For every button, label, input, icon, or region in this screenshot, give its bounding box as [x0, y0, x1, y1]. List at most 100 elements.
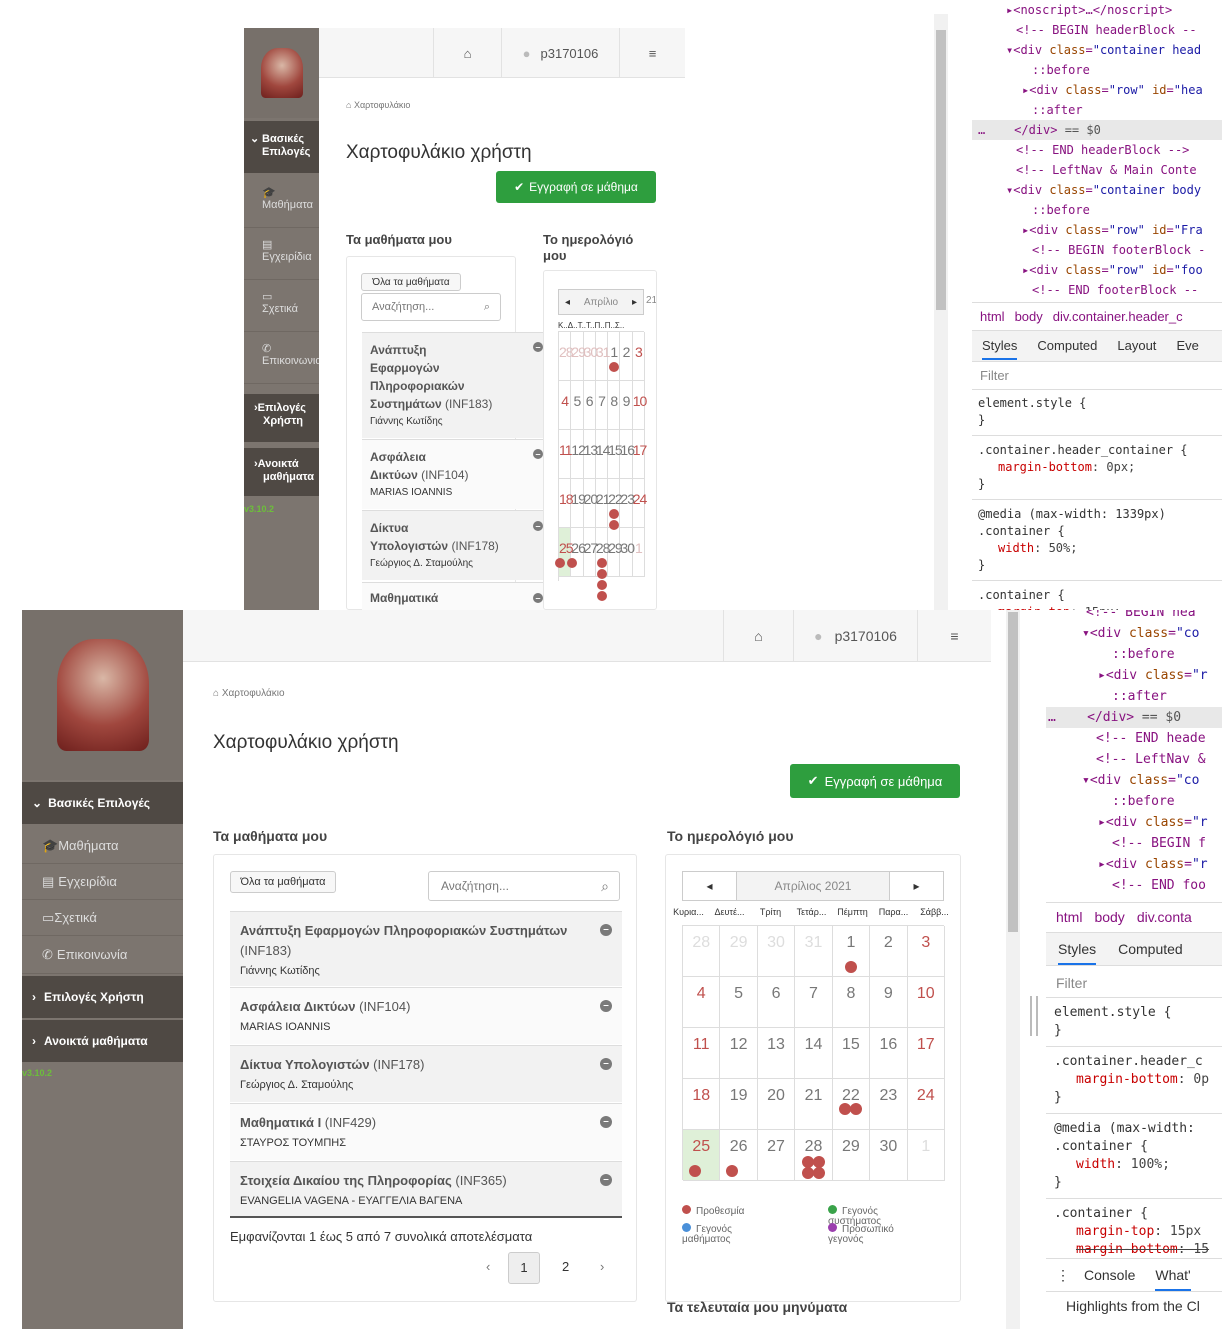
- small-open-courses[interactable]: ›Ανοικτά μαθήματα: [244, 448, 319, 496]
- calendar-day[interactable]: 30: [620, 528, 635, 577]
- table-row[interactable]: Ασφάλεια Δικτύων (INF104) MARIAS IOANNIS: [362, 439, 552, 509]
- table-row[interactable]: Ανάπτυξη Εφαρμογών Πληροφοριακών Συστημάτων…: [362, 332, 552, 438]
- tab-events[interactable]: Eve: [1176, 338, 1198, 353]
- tab-layout[interactable]: Layout: [1117, 338, 1156, 353]
- calendar-day[interactable]: 8: [832, 977, 871, 1028]
- calendar-day[interactable]: 18: [559, 479, 574, 528]
- crumb-div[interactable]: div.conta: [1137, 909, 1192, 925]
- dom-line[interactable]: ▾<div class="container body: [980, 180, 1222, 200]
- event-dot[interactable]: [689, 1165, 701, 1177]
- dom-line[interactable]: ▸<div class="row" id="Fra: [980, 220, 1222, 240]
- remove-course-icon[interactable]: –: [600, 1000, 612, 1012]
- dom-line[interactable]: ▸<div class="row" id="foo: [980, 260, 1222, 280]
- remove-course-icon[interactable]: –: [533, 593, 543, 603]
- remove-course-icon[interactable]: –: [533, 342, 543, 352]
- dom-line[interactable]: <!-- BEGIN f: [1046, 833, 1222, 854]
- calendar-day[interactable]: 28: [683, 926, 721, 977]
- prev-month-button[interactable]: ◂: [683, 872, 737, 900]
- table-row[interactable]: Δίκτυα Υπολογιστών (INF178) Γεώργιος Δ. Σ…: [362, 510, 552, 580]
- remove-course-icon[interactable]: –: [600, 1058, 612, 1070]
- event-dot[interactable]: [596, 591, 607, 601]
- page-2-button[interactable]: 2: [562, 1259, 569, 1274]
- small-settings-button[interactable]: ≡: [619, 28, 685, 78]
- course-title[interactable]: Μαθηματικά: [370, 591, 544, 605]
- dom-line[interactable]: <!-- LeftNav & Main Conte: [980, 160, 1222, 180]
- dom-line[interactable]: <!-- END headerBlock -->: [980, 140, 1222, 160]
- settings-button[interactable]: ≡: [917, 610, 991, 662]
- calendar-day[interactable]: 2: [870, 926, 908, 977]
- small-user-options[interactable]: ›Επιλογές Χρήστη: [244, 394, 319, 442]
- page-1-button[interactable]: 1: [508, 1252, 540, 1284]
- dom-line[interactable]: ::before: [1046, 644, 1222, 665]
- calendar-day[interactable]: 12: [720, 1028, 758, 1079]
- small-register-button[interactable]: ✔ Εγγραφή σε μάθημα: [496, 171, 656, 203]
- tab-computed[interactable]: Computed: [1037, 338, 1097, 353]
- next-month-button[interactable]: ▸: [889, 872, 943, 900]
- tab-whats-new[interactable]: What': [1155, 1267, 1191, 1291]
- calendar-day[interactable]: 1: [832, 926, 871, 977]
- calendar-day[interactable]: 25: [555, 528, 574, 577]
- calendar-day[interactable]: 15: [832, 1028, 871, 1079]
- calendar-day[interactable]: 25: [683, 1130, 721, 1181]
- event-dot[interactable]: [812, 1167, 825, 1179]
- event-dot[interactable]: [596, 569, 607, 579]
- event-dot[interactable]: [596, 580, 607, 590]
- search-input[interactable]: Αναζήτηση... ⌕: [428, 871, 620, 901]
- calendar-day[interactable]: 21: [795, 1079, 833, 1130]
- sidebar-basic-options[interactable]: ⌄ Βασικές Επιλογές: [22, 782, 183, 824]
- drawer-menu-icon[interactable]: ⋮: [1056, 1267, 1070, 1283]
- register-course-button[interactable]: ✔ Εγγραφή σε μάθημα: [790, 764, 960, 798]
- small-all-courses-button[interactable]: Όλα τα μαθήματα: [361, 273, 461, 291]
- calendar-day[interactable]: 3: [907, 926, 945, 977]
- calendar-day[interactable]: 28: [795, 1130, 833, 1181]
- course-title[interactable]: Δίκτυα Υπολογιστών (INF178): [370, 519, 544, 555]
- small-basic-options[interactable]: ⌄ Βασικές Επιλογές: [244, 121, 319, 173]
- dom-line[interactable]: <!-- BEGIN footerBlock -: [980, 240, 1222, 260]
- small-user-button[interactable]: ● p3170106: [501, 28, 619, 78]
- calendar-day[interactable]: 29: [720, 926, 758, 977]
- event-dot[interactable]: [567, 558, 578, 568]
- tab-styles[interactable]: Styles: [982, 338, 1018, 360]
- calendar-day[interactable]: 20: [583, 479, 598, 528]
- calendar-day[interactable]: 20: [757, 1079, 796, 1130]
- table-row[interactable]: Ασφάλεια Δικτύων (INF104) MARIAS IOANNIS –: [230, 987, 622, 1044]
- crumb-div[interactable]: div.container.header_c: [1053, 309, 1183, 324]
- dom-line[interactable]: ::after: [980, 100, 1222, 120]
- tab-computed[interactable]: Computed: [1118, 941, 1183, 957]
- remove-course-icon[interactable]: –: [533, 521, 543, 531]
- calendar-day[interactable]: 19: [571, 479, 586, 528]
- dom-line[interactable]: <!-- END foo: [1046, 875, 1222, 896]
- course-title[interactable]: Ανάπτυξη Εφαρμογών Πληροφοριακών Συστημάτων…: [370, 341, 544, 413]
- dom-line[interactable]: <!-- END footerBlock --: [980, 280, 1222, 300]
- sidebar-open-courses[interactable]: › Ανοικτά μαθήματα: [22, 1020, 183, 1062]
- dom-line[interactable]: ▾<div class="container head: [980, 40, 1222, 60]
- calendar-day[interactable]: 10: [907, 977, 945, 1028]
- dom-line[interactable]: ▸<div class="r: [1046, 812, 1222, 833]
- calendar-day[interactable]: 22: [608, 479, 623, 530]
- home-button[interactable]: ⌂: [723, 610, 793, 662]
- sidebar-item-contact[interactable]: ✆ Επικοινωνία: [22, 936, 183, 974]
- dom-line[interactable]: ▸<div class="r: [1046, 665, 1222, 686]
- dom-line[interactable]: ▸<div class="r: [1046, 854, 1222, 875]
- small-home-button[interactable]: ⌂: [433, 28, 501, 78]
- calendar-day[interactable]: 22: [832, 1079, 871, 1130]
- calendar-day[interactable]: 30: [757, 926, 796, 977]
- calendar-day[interactable]: 27: [757, 1130, 796, 1181]
- sidebar-user-options[interactable]: › Επιλογές Χρήστη: [22, 976, 183, 1018]
- event-dot[interactable]: [609, 362, 620, 372]
- calendar-day[interactable]: 11: [683, 1028, 721, 1079]
- calendar-day[interactable]: 13: [583, 430, 598, 479]
- calendar-day[interactable]: 10: [632, 381, 647, 430]
- calendar-day[interactable]: 12: [571, 430, 586, 479]
- calendar-day[interactable]: 28: [559, 332, 574, 381]
- tab-styles[interactable]: Styles: [1058, 941, 1097, 965]
- table-row[interactable]: Ανάπτυξη Εφαρμογών Πληροφοριακών Συστημά…: [230, 911, 622, 986]
- calendar-day[interactable]: 3: [632, 332, 645, 381]
- small-sidebar-item-manuals[interactable]: ▤ Εγχειρίδια: [244, 228, 319, 280]
- sidebar-item-about[interactable]: ▭Σχετικά: [22, 900, 183, 936]
- remove-course-icon[interactable]: –: [600, 1174, 612, 1186]
- event-dot[interactable]: [555, 558, 565, 568]
- sidebar-item-courses[interactable]: 🎓Μαθήματα: [22, 826, 183, 864]
- small-search-input[interactable]: Αναζήτηση... ⌕: [361, 293, 501, 321]
- next-page-button[interactable]: ›: [600, 1259, 604, 1274]
